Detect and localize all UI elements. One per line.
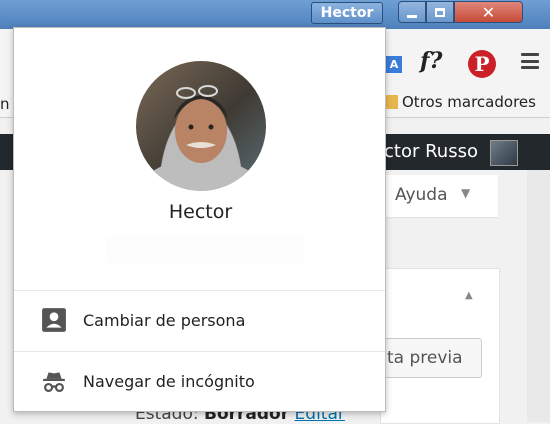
admin-user-name[interactable]: ctor Russo	[384, 141, 478, 162]
help-label: Ayuda	[395, 185, 448, 205]
translate-extension-icon[interactable]: A	[386, 56, 402, 73]
scrollbar[interactable]	[527, 170, 550, 422]
incognito-icon	[43, 372, 65, 393]
preview-button[interactable]: ta previa	[372, 338, 482, 378]
admin-avatar[interactable]	[490, 140, 518, 166]
pinterest-icon[interactable]: P	[468, 50, 496, 78]
profile-name: Hector	[168, 201, 233, 223]
chrome-menu-icon[interactable]	[521, 53, 539, 69]
close-button[interactable]: ✕	[454, 1, 523, 23]
email-redaction	[106, 235, 304, 263]
f-extension-icon[interactable]: f?	[420, 48, 442, 74]
incognito-item[interactable]: Navegar de incógnito	[14, 353, 385, 409]
switch-person-item[interactable]: Cambiar de persona	[14, 292, 385, 348]
person-icon	[42, 308, 66, 332]
profile-button[interactable]: Hector	[311, 2, 383, 24]
close-icon: ✕	[481, 2, 496, 22]
switch-person-label: Cambiar de persona	[83, 310, 246, 330]
other-bookmarks[interactable]: Otros marcadores	[402, 93, 536, 111]
window-controls: ✕	[398, 1, 548, 25]
maximize-button[interactable]	[426, 1, 454, 23]
divider	[14, 351, 385, 352]
chevron-down-icon: ▼	[461, 186, 471, 200]
maximize-icon	[435, 7, 445, 17]
minimize-button[interactable]	[398, 1, 426, 23]
profile-avatar[interactable]	[136, 61, 266, 191]
chevron-up-icon[interactable]: ▲	[465, 290, 473, 301]
minimize-icon	[407, 14, 417, 18]
profile-menu: Hector Cambiar de persona Navegar de inc…	[13, 27, 386, 412]
folder-icon	[386, 95, 398, 109]
divider	[14, 290, 385, 291]
person-photo-icon	[141, 85, 261, 191]
incognito-label: Navegar de incógnito	[83, 371, 255, 391]
